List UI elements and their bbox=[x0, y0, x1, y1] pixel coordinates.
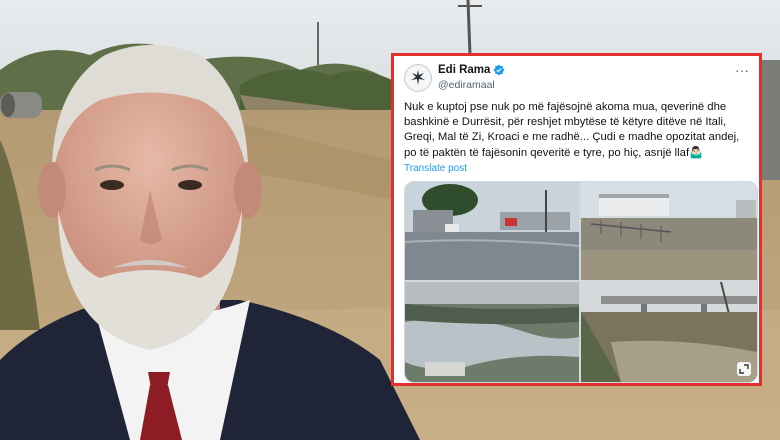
avatar[interactable] bbox=[404, 64, 432, 92]
media-photo-park[interactable] bbox=[581, 182, 757, 280]
tweet-text: Nuk e kuptoj pse nuk po më fajësojnë ako… bbox=[404, 101, 740, 159]
media-photo-aerial[interactable] bbox=[405, 282, 579, 382]
more-options-icon[interactable]: ··· bbox=[735, 62, 749, 78]
author-handle[interactable]: @ediramaal bbox=[438, 79, 495, 91]
media-photo-street[interactable] bbox=[405, 182, 579, 280]
tweet-media-grid[interactable] bbox=[404, 181, 758, 383]
tweet-header: Edi Rama @ediramaal ··· bbox=[400, 60, 753, 94]
author-name-row[interactable]: Edi Rama bbox=[438, 64, 505, 76]
verified-badge-icon bbox=[493, 64, 505, 76]
author-name[interactable]: Edi Rama bbox=[438, 64, 490, 76]
translate-post-link[interactable]: Translate post bbox=[404, 163, 753, 174]
expand-icon[interactable] bbox=[737, 362, 751, 376]
tweet-card: Edi Rama @ediramaal ··· Nuk e kuptoj pse… bbox=[391, 53, 762, 386]
media-photo-bridge[interactable] bbox=[581, 282, 757, 382]
